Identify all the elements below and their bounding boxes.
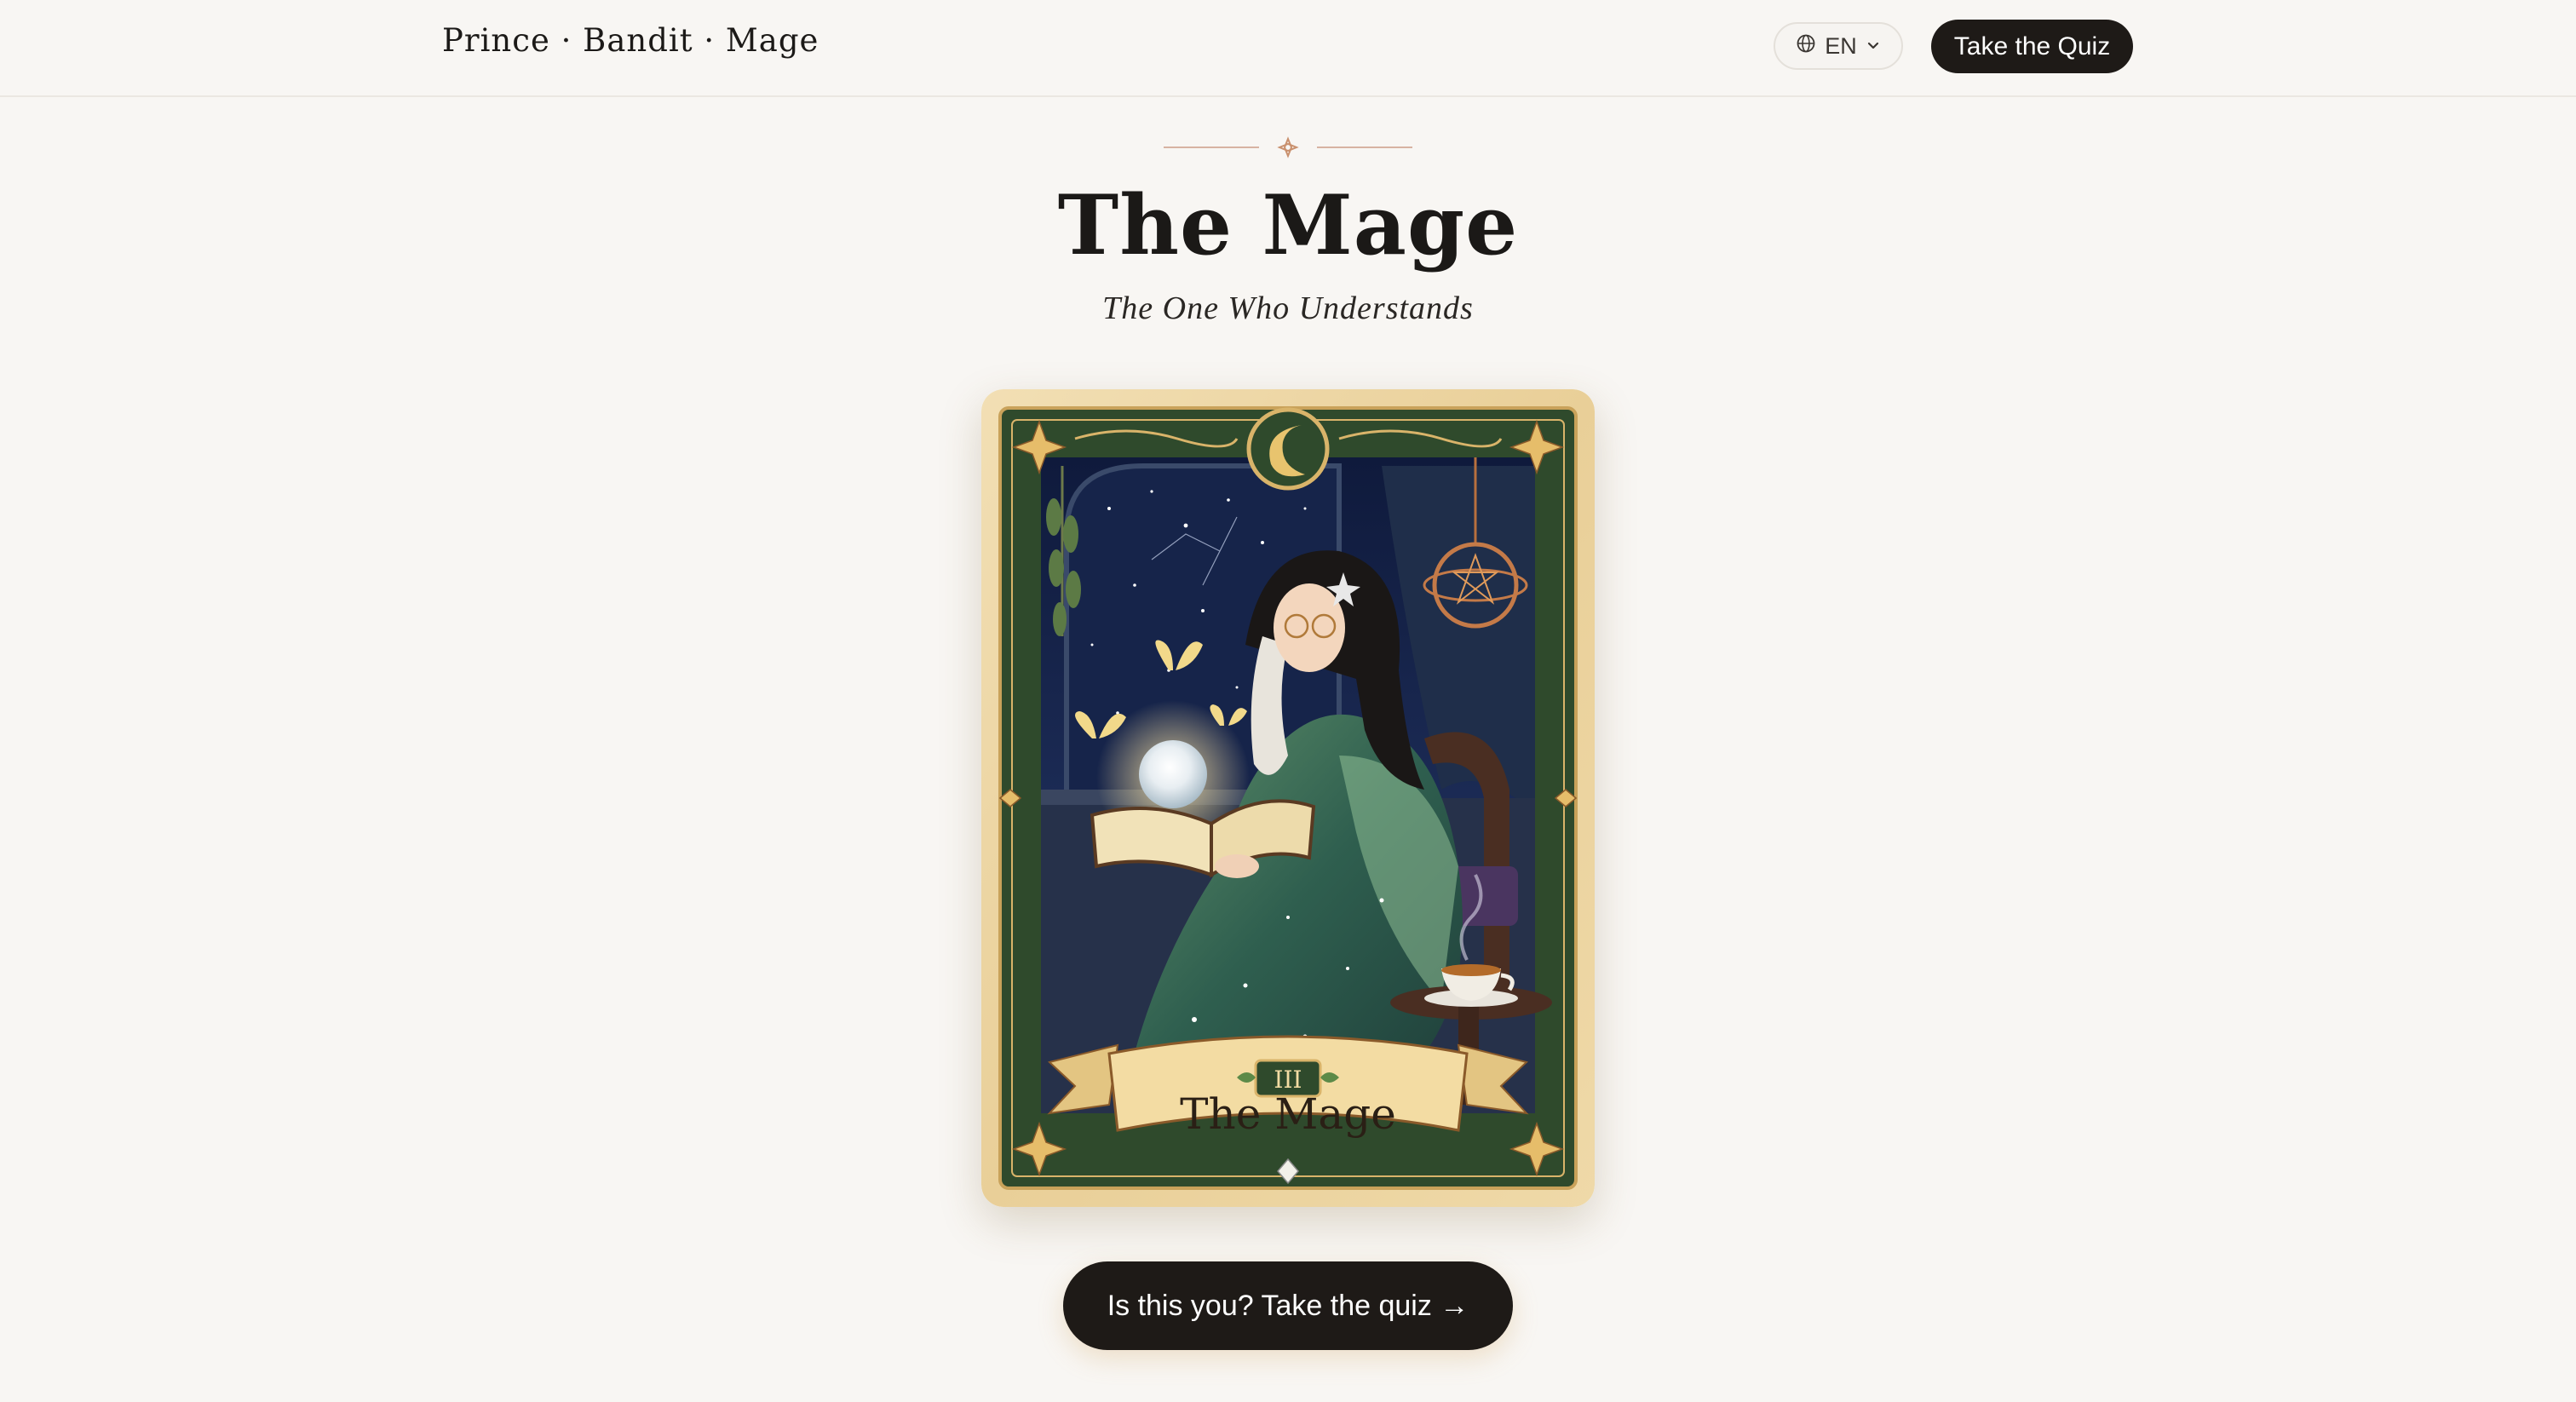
mage-tarot-card-image: III The Mage: [981, 389, 1595, 1207]
brand-logo-text[interactable]: Prince · Bandit · Mage: [442, 22, 819, 59]
sparkle-icon: [1277, 136, 1299, 158]
take-quiz-header-button[interactable]: Take the Quiz: [1931, 20, 2133, 73]
globe-icon: [1796, 33, 1816, 60]
card-banner-title: The Mage: [1180, 1089, 1396, 1139]
language-label: EN: [1825, 32, 1857, 59]
language-selector[interactable]: EN: [1774, 22, 1903, 70]
title-divider-ornament: [1159, 135, 1417, 160]
take-quiz-cta-button[interactable]: Is this you? Take the quiz →: [1063, 1261, 1513, 1350]
top-navigation-bar: Prince · Bandit · Mage EN Take the Quiz: [0, 0, 2576, 97]
chevron-down-icon: [1866, 33, 1881, 60]
page-title: The Mage: [1057, 177, 1519, 273]
page-subtitle: The One Who Understands: [1102, 290, 1474, 326]
